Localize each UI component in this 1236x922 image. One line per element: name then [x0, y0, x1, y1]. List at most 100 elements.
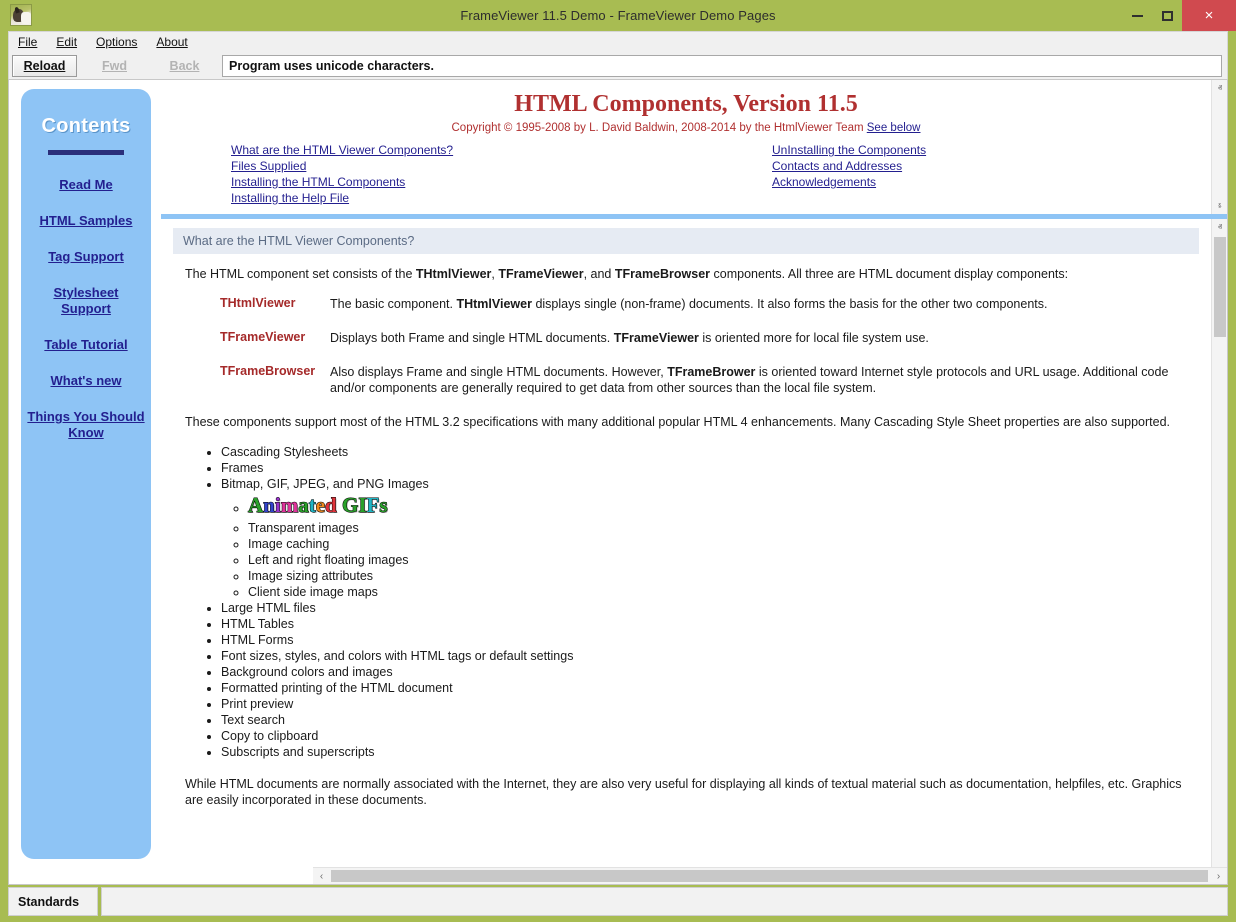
wordart-letter: a [298, 493, 309, 518]
list-item-animated-gifs: Animated GIFs [247, 492, 1199, 520]
address-value: Program uses unicode characters. [229, 58, 434, 73]
menu-item-about[interactable]: About [155, 34, 196, 50]
status-message [101, 887, 1228, 916]
image-features-group: Animated GIFs Transparent imagesImage cac… [221, 492, 1199, 600]
emphasis-text: TFrameBrowser [614, 267, 711, 281]
contents-title: Contents [41, 115, 131, 137]
window-controls: × [1122, 0, 1236, 31]
menu-edit-label: Edit [56, 35, 78, 49]
list-item: HTML Tables [221, 616, 1199, 632]
body-text: The basic component. [330, 297, 457, 311]
component-description: Displays both Frame and single HTML docu… [330, 330, 1199, 346]
list-item: Transparent images [248, 520, 1199, 536]
contents-panel: Contents Read Me HTML Samples Tag Suppor… [21, 89, 151, 859]
scroll-thumb[interactable] [1214, 237, 1226, 337]
body-text: components. All three are HTML document … [710, 267, 1069, 281]
menu-item-options[interactable]: Options [95, 34, 146, 50]
wordart-letter: F [366, 493, 380, 518]
header-frame-scrollbar[interactable]: ⱏ ⱛ [1211, 80, 1227, 214]
back-label: Back [169, 58, 200, 73]
see-below-link[interactable]: See below [867, 122, 921, 134]
sidebar-item-whats-new[interactable]: What's new [27, 373, 145, 389]
scroll-right-icon[interactable]: › [1210, 868, 1227, 884]
contents-frame: Contents Read Me HTML Samples Tag Suppor… [9, 80, 161, 884]
reload-button[interactable]: Reload [12, 54, 77, 77]
hscroll-thumb[interactable] [331, 870, 1208, 882]
sidebar-item-things-you-should-know[interactable]: Things You Should Know [27, 409, 145, 441]
maximize-button[interactable] [1152, 0, 1182, 31]
forward-button[interactable]: Fwd [82, 54, 147, 77]
body-text: The HTML component set consists of the [185, 267, 416, 281]
list-item: Font sizes, styles, and colors with HTML… [221, 648, 1199, 664]
scroll-up-icon[interactable]: ⱏ [1212, 219, 1227, 235]
scroll-up-icon[interactable]: ⱏ [1212, 80, 1227, 96]
list-item: Text search [221, 712, 1199, 728]
animated-gifs-wordart: Animated GIFs [247, 493, 388, 518]
content-frame-scrollbar[interactable]: ⱏ ⱛ [1211, 219, 1227, 884]
wordart-letter: s [379, 493, 388, 518]
address-input[interactable]: Program uses unicode characters. [222, 54, 1222, 77]
contents-divider [48, 150, 124, 155]
list-item: Image caching [248, 536, 1199, 552]
minimize-button[interactable] [1122, 0, 1152, 31]
list-item: Large HTML files [221, 600, 1199, 616]
emphasis-text: THtmlViewer [456, 297, 532, 311]
body-text: Displays both Frame and single HTML docu… [330, 331, 614, 345]
sidebar-item-tag-support[interactable]: Tag Support [27, 249, 145, 265]
link-uninstalling-components[interactable]: UnInstalling the Components [772, 142, 926, 158]
menu-bar: File Edit Options About [8, 31, 1228, 52]
list-item: Image sizing attributes [248, 568, 1199, 584]
wordart-letter: I [358, 493, 367, 518]
link-contacts-addresses[interactable]: Contacts and Addresses [772, 158, 902, 174]
link-installing-components[interactable]: Installing the HTML Components [231, 174, 405, 190]
reload-label: Reload [23, 58, 66, 73]
menu-about-label: About [156, 35, 188, 49]
horizontal-scrollbar[interactable]: ‹ › [313, 867, 1227, 884]
wordart-letter: t [308, 493, 316, 518]
back-button[interactable]: Back [152, 54, 217, 77]
link-what-are-components[interactable]: What are the HTML Viewer Components? [231, 142, 453, 158]
menu-options-label: Options [96, 35, 138, 49]
status-bar: Standards [8, 887, 1228, 916]
emphasis-text: TFrameViewer [613, 331, 699, 345]
list-item: Copy to clipboard [221, 728, 1199, 744]
menu-item-file[interactable]: File [17, 34, 46, 50]
component-row: THtmlViewer The basic component. THtmlVie… [173, 296, 1199, 312]
component-row: TFrameViewer Displays both Frame and sing… [173, 330, 1199, 346]
right-frame-stack: HTML Components, Version 11.5 Copyright … [161, 80, 1227, 884]
scroll-left-icon[interactable]: ‹ [313, 868, 330, 884]
body-text: is oriented more for local file system u… [698, 331, 929, 345]
wordart-letter: e [315, 493, 326, 518]
link-acknowledgements[interactable]: Acknowledgements [772, 174, 876, 190]
header-frame: HTML Components, Version 11.5 Copyright … [161, 80, 1227, 214]
sidebar-item-read-me[interactable]: Read Me [27, 177, 145, 193]
list-item: Cascading Stylesheets [221, 444, 1199, 460]
list-item: Left and right floating images [248, 552, 1199, 568]
copyright-text: Copyright © 1995-2008 by L. David Baldwi… [451, 122, 867, 134]
list-item: Subscripts and superscripts [221, 744, 1199, 760]
component-name: TFrameViewer [220, 330, 306, 344]
close-button[interactable]: × [1182, 0, 1236, 31]
scroll-down-icon[interactable]: ⱛ [1212, 198, 1227, 214]
section-header: What are the HTML Viewer Components? [173, 228, 1199, 254]
link-files-supplied[interactable]: Files Supplied [231, 158, 306, 174]
sidebar-item-html-samples[interactable]: HTML Samples [27, 213, 145, 229]
wordart-letter: A [247, 493, 264, 518]
body-text: , and [583, 267, 615, 281]
intro-paragraph: The HTML component set consists of the T… [173, 266, 1199, 282]
app-photo-icon [10, 4, 32, 26]
menu-item-edit[interactable]: Edit [55, 34, 86, 50]
list-item: Background colors and images [221, 664, 1199, 680]
image-features-list: Animated GIFs Transparent imagesImage cac… [221, 492, 1199, 600]
sidebar-item-table-tutorial[interactable]: Table Tutorial [27, 337, 145, 353]
list-item: HTML Forms [221, 632, 1199, 648]
title-bar: FrameViewer 11.5 Demo - FrameViewer Demo… [0, 0, 1236, 31]
tool-bar: Reload Fwd Back Program uses unicode cha… [8, 52, 1228, 79]
application-window: FrameViewer 11.5 Demo - FrameViewer Demo… [0, 0, 1236, 922]
wordart-letter: m [280, 493, 299, 518]
list-item: Print preview [221, 696, 1199, 712]
link-installing-help-file[interactable]: Installing the Help File [231, 190, 349, 206]
sidebar-item-stylesheet-support[interactable]: Stylesheet Support [27, 285, 145, 317]
wordart-letter: G [341, 493, 359, 518]
list-item: Formatted printing of the HTML document [221, 680, 1199, 696]
